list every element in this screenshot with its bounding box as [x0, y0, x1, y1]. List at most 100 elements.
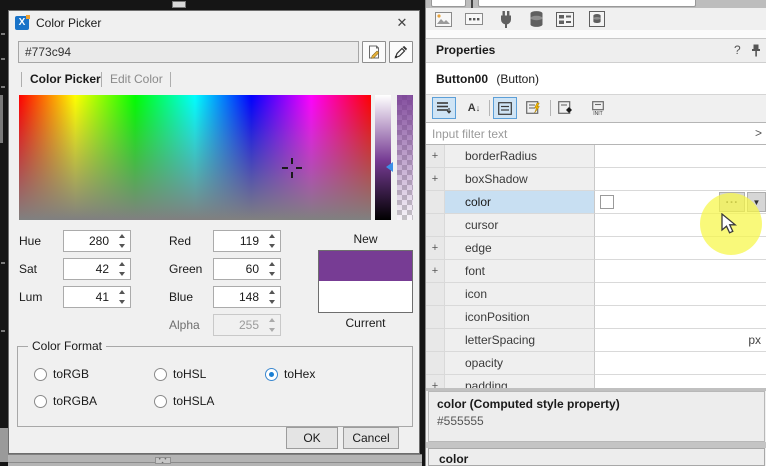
blue-value: 148: [239, 287, 259, 307]
filter-chevron-icon[interactable]: >: [755, 123, 762, 144]
luminance-strip[interactable]: [375, 95, 391, 220]
pin-icon[interactable]: [750, 44, 762, 60]
property-row-opacity[interactable]: opacity: [426, 352, 766, 375]
splitter-grip-dots[interactable]: • • •: [155, 457, 171, 464]
filter-row: >: [426, 122, 766, 145]
selected-object-row[interactable]: Button00 (Button): [426, 63, 766, 95]
left-edge-segment: [0, 428, 8, 462]
green-spinbox[interactable]: 60: [213, 258, 281, 280]
radio-label: toHex: [284, 367, 315, 381]
show-properties-icon[interactable]: [493, 97, 517, 119]
blue-spin-buttons[interactable]: [264, 287, 280, 307]
dots-icon[interactable]: [464, 9, 484, 29]
sat-spin-buttons[interactable]: [114, 259, 130, 279]
property-row-letterSpacing[interactable]: letterSpacing px: [426, 329, 766, 352]
property-bolt-icon[interactable]: [522, 97, 546, 119]
left-edge-tick: [1, 58, 5, 60]
property-row-iconPosition[interactable]: iconPosition: [426, 306, 766, 329]
sat-label: Sat: [19, 258, 37, 280]
property-value[interactable]: px: [594, 329, 766, 352]
property-label: borderRadius: [445, 145, 594, 168]
property-value[interactable]: [594, 260, 766, 283]
luminance-marker-icon[interactable]: [386, 162, 393, 172]
tab-color-picker[interactable]: Color Picker: [30, 69, 101, 89]
hue-spinbox[interactable]: 280: [63, 230, 131, 252]
plug-icon[interactable]: [496, 9, 516, 29]
filter-input[interactable]: [426, 123, 746, 144]
sort-by-category-icon[interactable]: [432, 97, 456, 119]
alpha-strip[interactable]: [397, 95, 413, 220]
sat-spinbox[interactable]: 42: [63, 258, 131, 280]
property-value[interactable]: [594, 283, 766, 306]
expand-icon[interactable]: +: [426, 260, 445, 283]
radio-label: toHSLA: [173, 394, 214, 408]
radio-tohex[interactable]: toHex: [265, 366, 315, 382]
alpha-value: 255: [239, 315, 259, 335]
expand-icon[interactable]: +: [426, 145, 445, 168]
copy-color-button[interactable]: [362, 41, 386, 63]
red-spinbox[interactable]: 119: [213, 230, 281, 252]
object-name: Button00: [436, 72, 488, 86]
property-row-icon[interactable]: icon: [426, 283, 766, 306]
radio-torgba[interactable]: toRGBA: [34, 393, 97, 409]
property-label: iconPosition: [445, 306, 594, 329]
data-box-icon[interactable]: [587, 9, 607, 29]
red-spin-buttons[interactable]: [264, 231, 280, 251]
image-icon[interactable]: [433, 9, 453, 29]
property-value[interactable]: [594, 375, 766, 388]
property-row-borderRadius[interactable]: + borderRadius: [426, 145, 766, 168]
property-label: font: [445, 260, 594, 283]
property-label: icon: [445, 283, 594, 306]
bottom-section: color: [428, 448, 765, 466]
current-color-swatch: [319, 281, 412, 312]
expand-icon[interactable]: [426, 191, 445, 214]
lum-spinbox[interactable]: 41: [63, 286, 131, 308]
bottom-splitter[interactable]: • • •: [8, 454, 422, 466]
toolbar-separator: [489, 100, 490, 116]
computed-style-title: color (Computed style property): [437, 397, 756, 411]
dialog-titlebar[interactable]: X Color Picker ✕: [9, 11, 419, 35]
sort-alpha-icon[interactable]: A↓: [462, 97, 486, 119]
green-spin-buttons[interactable]: [264, 259, 280, 279]
saturation-hue-gradient[interactable]: [19, 95, 371, 220]
property-value[interactable]: [594, 352, 766, 375]
tab-edit-color[interactable]: Edit Color: [110, 69, 163, 89]
property-value[interactable]: [594, 306, 766, 329]
properties-header[interactable]: Properties ?: [426, 38, 766, 63]
radio-tohsla[interactable]: toHSLA: [154, 393, 214, 409]
property-value[interactable]: [594, 145, 766, 168]
close-icon[interactable]: ✕: [393, 11, 411, 35]
expand-icon: [426, 306, 445, 329]
help-icon[interactable]: ?: [734, 39, 741, 62]
hex-color-input[interactable]: [18, 41, 359, 63]
splitter-grip[interactable]: [172, 1, 186, 8]
color-swatch-checkbox[interactable]: [600, 195, 614, 209]
property-value[interactable]: [594, 168, 766, 191]
radio-torgb[interactable]: toRGB: [34, 366, 89, 382]
app-logo-icon: X: [15, 16, 29, 30]
ok-button[interactable]: OK: [286, 427, 338, 449]
database-icon[interactable]: [526, 9, 546, 29]
eyedropper-button[interactable]: [389, 41, 413, 63]
init-icon[interactable]: INIT: [586, 97, 610, 119]
tab-separator: [170, 72, 171, 87]
new-color-swatch: [319, 251, 412, 283]
color-crosshair[interactable]: [282, 158, 302, 178]
lum-spin-buttons[interactable]: [114, 287, 130, 307]
blue-spinbox[interactable]: 148: [213, 286, 281, 308]
expand-icon[interactable]: +: [426, 375, 445, 388]
bottom-section-title: color: [439, 452, 468, 466]
property-row-font[interactable]: + font: [426, 260, 766, 283]
left-scrollbar-thumb[interactable]: [0, 95, 3, 143]
hue-spin-buttons[interactable]: [114, 231, 130, 251]
expand-icon[interactable]: +: [426, 237, 445, 260]
cancel-button[interactable]: Cancel: [343, 427, 399, 449]
form-icon[interactable]: [555, 9, 575, 29]
property-row-padding[interactable]: + padding: [426, 375, 766, 388]
lum-value: 41: [96, 287, 109, 307]
alpha-label: Alpha: [169, 314, 200, 336]
radio-tohsl[interactable]: toHSL: [154, 366, 206, 382]
property-row-boxShadow[interactable]: + boxShadow: [426, 168, 766, 191]
expand-icon[interactable]: +: [426, 168, 445, 191]
reset-diamond-icon[interactable]: [554, 97, 578, 119]
